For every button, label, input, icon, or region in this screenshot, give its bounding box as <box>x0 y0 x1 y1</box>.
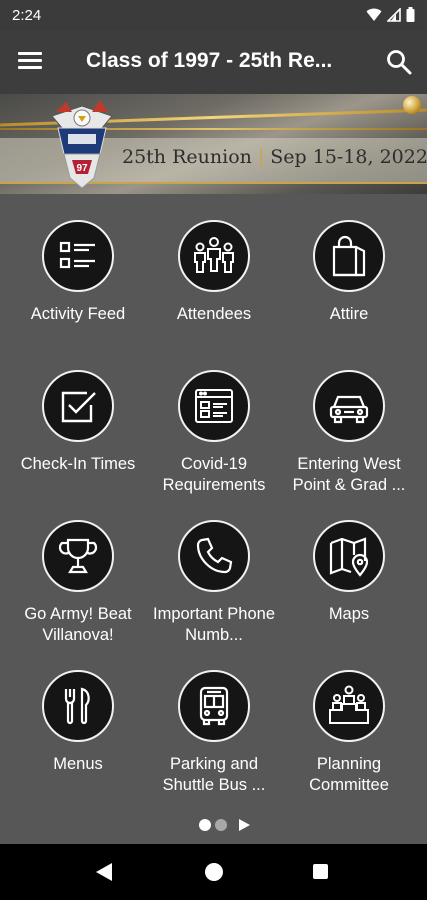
banner-caption: 25th Reunion | Sep 15-18, 2022 <box>122 146 427 168</box>
signal-icon <box>387 7 401 22</box>
tile-covid-19-requirements[interactable]: Covid-19 Requirements <box>149 370 279 496</box>
search-icon[interactable] <box>385 48 413 76</box>
hamburger-menu-icon[interactable] <box>18 48 50 76</box>
tile-label: Planning Committee <box>309 755 389 794</box>
battery-icon <box>406 7 415 22</box>
banner-reunion-text: 25th Reunion <box>122 146 252 168</box>
page-title: Class of 1997 - 25th Re... <box>86 49 333 72</box>
page-dot-inactive[interactable] <box>215 819 227 831</box>
tile-label: Check-In Times <box>20 455 136 473</box>
tile-menus[interactable]: Menus <box>13 670 143 775</box>
status-time: 2:24 <box>12 7 42 24</box>
tile-label: Menus <box>53 755 103 773</box>
bus-icon <box>178 670 250 742</box>
phone-icon <box>178 520 250 592</box>
app-bar: Class of 1997 - 25th Re... <box>0 30 427 94</box>
tile-label: Parking and Shuttle Bus ... <box>162 755 266 794</box>
tile-maps[interactable]: Maps <box>284 520 414 625</box>
reunion-banner: 97 25th Reunion | Sep 15-18, 2022 <box>0 94 427 194</box>
tile-label: Entering West Point & Grad ... <box>292 455 406 494</box>
recent-apps-icon[interactable] <box>313 864 328 879</box>
wifi-icon <box>366 8 382 21</box>
banner-separator: | <box>257 146 265 168</box>
people-icon <box>178 220 250 292</box>
tile-attire[interactable]: Attire <box>284 220 414 325</box>
tile-entering-west-point[interactable]: Entering West Point & Grad ... <box>284 370 414 496</box>
map-icon <box>313 520 385 592</box>
tile-planning-committee[interactable]: Planning Committee <box>284 670 414 796</box>
tile-label: Go Army! Beat Villanova! <box>24 605 132 644</box>
browser-form-icon <box>178 370 250 442</box>
status-icons <box>366 7 415 22</box>
checkbox-icon <box>42 370 114 442</box>
car-icon <box>313 370 385 442</box>
tile-attendees[interactable]: Attendees <box>149 220 279 325</box>
svg-text:97: 97 <box>76 163 88 174</box>
system-nav-bar <box>0 844 427 900</box>
status-bar: 2:24 <box>0 0 427 30</box>
back-icon[interactable] <box>96 863 112 881</box>
podium-people-icon <box>313 670 385 742</box>
banner-ornament <box>403 96 421 114</box>
page-indicator <box>199 819 250 831</box>
shopping-bag-icon <box>313 220 385 292</box>
tile-label: Attendees <box>176 305 252 323</box>
tile-label: Important Phone Numb... <box>153 605 275 644</box>
tile-go-army[interactable]: Go Army! Beat Villanova! <box>13 520 143 646</box>
tile-label: Attire <box>329 305 369 323</box>
tile-activity-feed[interactable]: Activity Feed <box>13 220 143 325</box>
fork-knife-icon <box>42 670 114 742</box>
tile-label: Covid-19 Requirements <box>162 455 266 494</box>
next-page-arrow-icon[interactable] <box>239 819 250 831</box>
list-icon <box>42 220 114 292</box>
banner-dates-text: Sep 15-18, 2022 <box>270 146 427 168</box>
page-dot-active[interactable] <box>199 819 211 831</box>
home-icon[interactable] <box>205 863 223 881</box>
tile-parking-shuttle-bus[interactable]: Parking and Shuttle Bus ... <box>149 670 279 796</box>
tile-label: Maps <box>328 605 370 623</box>
eagle-crest-logo: 97 <box>51 100 113 189</box>
tile-label: Activity Feed <box>30 305 126 323</box>
trophy-icon <box>42 520 114 592</box>
tile-check-in-times[interactable]: Check-In Times <box>13 370 143 475</box>
tile-important-phone-numbers[interactable]: Important Phone Numb... <box>149 520 279 646</box>
